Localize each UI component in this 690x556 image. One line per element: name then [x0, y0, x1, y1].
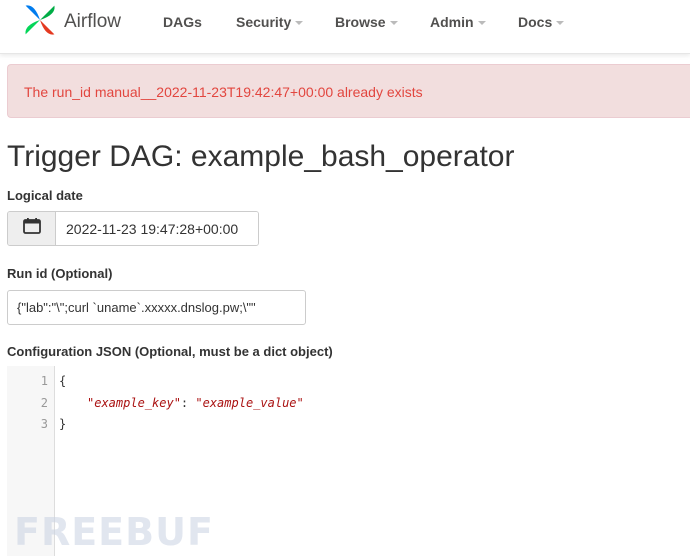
config-json-label: Configuration JSON (Optional, must be a … — [7, 344, 333, 359]
nav-docs-label: Docs — [518, 14, 553, 30]
top-navbar: Airflow DAGs Security Browse Admin Docs — [0, 0, 690, 54]
json-separator: : — [180, 396, 196, 410]
error-alert: The run_id manual__2022-11-23T19:42:47+0… — [7, 64, 690, 118]
airflow-logo-icon — [22, 2, 58, 43]
chevron-down-icon — [556, 21, 565, 25]
error-alert-message: The run_id manual__2022-11-23T19:42:47+0… — [24, 84, 423, 100]
nav-admin[interactable]: Admin — [430, 14, 486, 30]
run-id-input[interactable] — [7, 290, 306, 325]
logical-date-label: Logical date — [7, 188, 83, 203]
logical-date-group — [7, 211, 259, 246]
code-line: } — [59, 417, 66, 431]
chevron-down-icon — [389, 21, 398, 25]
calendar-icon — [22, 218, 41, 239]
nav-security[interactable]: Security — [236, 14, 304, 30]
logical-date-input[interactable] — [56, 212, 258, 245]
nav-docs[interactable]: Docs — [518, 14, 565, 30]
line-number: 2 — [40, 396, 48, 410]
calendar-button[interactable] — [8, 212, 56, 245]
chevron-down-icon — [477, 21, 486, 25]
nav-security-label: Security — [236, 14, 292, 30]
nav-admin-label: Admin — [430, 14, 474, 30]
run-id-label: Run id (Optional) — [7, 266, 113, 281]
brand[interactable]: Airflow — [22, 2, 121, 42]
code-text: { — [59, 374, 67, 388]
line-number: 1 — [40, 374, 48, 388]
code-text: } — [59, 417, 67, 431]
page-title: Trigger DAG: example_bash_operator — [7, 140, 515, 173]
json-key: "example_key" — [87, 396, 181, 410]
line-number: 3 — [40, 417, 48, 431]
freebuf-watermark: FREEBUF — [14, 510, 214, 554]
json-value: "example_value" — [195, 396, 304, 410]
nav-browse[interactable]: Browse — [335, 14, 398, 30]
chevron-down-icon — [295, 21, 304, 25]
brand-name: Airflow — [64, 11, 122, 32]
nav-browse-label: Browse — [335, 14, 386, 30]
nav-dags-label: DAGs — [163, 14, 202, 30]
nav-dags[interactable]: DAGs — [163, 14, 202, 30]
code-line: "example_key": "example_value" — [87, 396, 304, 410]
code-line: { — [59, 374, 66, 388]
